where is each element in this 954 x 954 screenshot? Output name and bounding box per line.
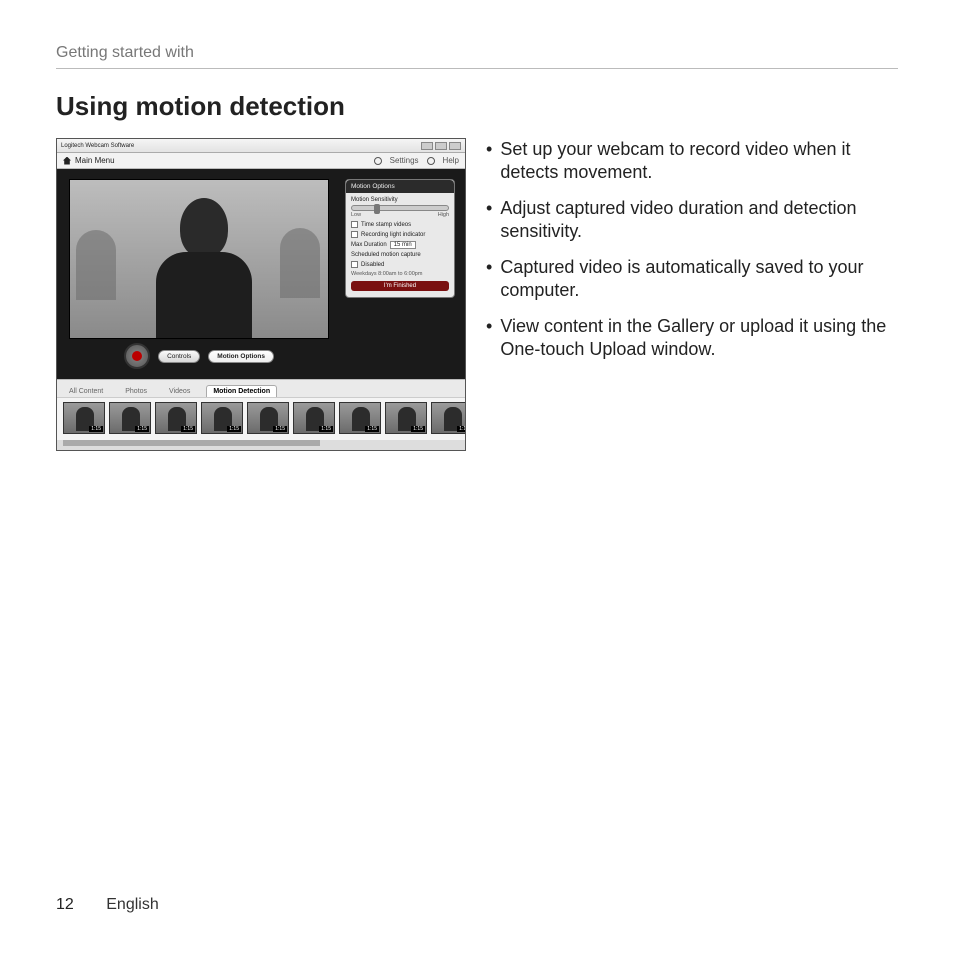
- apply-button[interactable]: I'm Finished: [351, 281, 449, 291]
- disabled-label: Disabled: [361, 262, 384, 268]
- slider-low-label: Low: [351, 212, 361, 218]
- record-icon: [132, 351, 142, 361]
- record-button[interactable]: [124, 343, 150, 369]
- page-number: 12: [56, 896, 74, 913]
- thumbnail-scrollbar[interactable]: [63, 440, 459, 446]
- window-controls[interactable]: [421, 142, 461, 150]
- running-header: Getting started with: [56, 44, 898, 69]
- help-button[interactable]: Help: [443, 156, 459, 165]
- list-item: •Captured video is automatically saved t…: [486, 256, 898, 301]
- gallery-tabs: All Content Photos Videos Motion Detecti…: [57, 379, 465, 397]
- thumbnail[interactable]: [247, 402, 289, 434]
- timestamp-checkbox[interactable]: [351, 221, 358, 228]
- video-preview-area: Motion Options Motion Sensitivity Low Hi…: [57, 169, 465, 379]
- list-item: •Adjust captured video duration and dete…: [486, 197, 898, 242]
- thumbnail[interactable]: [201, 402, 243, 434]
- app-menubar: Main Menu Settings Help: [57, 153, 465, 169]
- disabled-checkbox[interactable]: [351, 261, 358, 268]
- list-item: •View content in the Gallery or upload i…: [486, 315, 898, 360]
- panel-title: Motion Options: [346, 180, 454, 193]
- slider-high-label: High: [438, 212, 449, 218]
- help-icon[interactable]: [427, 157, 435, 165]
- tab-all-content[interactable]: All Content: [63, 386, 109, 397]
- main-menu-button[interactable]: Main Menu: [75, 156, 115, 165]
- thumbnail[interactable]: [385, 402, 427, 434]
- thumbnail[interactable]: [339, 402, 381, 434]
- controls-button[interactable]: Controls: [158, 350, 200, 363]
- settings-button[interactable]: Settings: [390, 156, 419, 165]
- bullet-text: Set up your webcam to record video when …: [500, 138, 898, 183]
- bullet-text: Adjust captured video duration and detec…: [500, 197, 898, 242]
- close-icon[interactable]: [449, 142, 461, 150]
- thumbnail[interactable]: [155, 402, 197, 434]
- motion-options-button[interactable]: Motion Options: [208, 350, 274, 363]
- page-language: English: [106, 896, 158, 913]
- tab-motion-detection[interactable]: Motion Detection: [206, 385, 277, 397]
- tab-videos[interactable]: Videos: [163, 386, 196, 397]
- list-item: •Set up your webcam to record video when…: [486, 138, 898, 183]
- scheduled-label: Scheduled motion capture: [351, 252, 449, 258]
- timestamp-label: Time stamp videos: [361, 222, 411, 228]
- window-titlebar: Logitech Webcam Software: [57, 139, 465, 153]
- bullet-text: Captured video is automatically saved to…: [500, 256, 898, 301]
- lowlight-checkbox[interactable]: [351, 231, 358, 238]
- gear-icon[interactable]: [374, 157, 382, 165]
- page-heading: Using motion detection: [56, 91, 898, 122]
- maximize-icon[interactable]: [435, 142, 447, 150]
- schedule-hint: Weekdays 8:00am to 6:00pm: [351, 271, 449, 277]
- max-duration-select[interactable]: 15 min: [390, 241, 416, 249]
- home-icon[interactable]: [63, 157, 71, 165]
- thumbnail[interactable]: [293, 402, 335, 434]
- sensitivity-label: Motion Sensitivity: [351, 197, 449, 203]
- app-screenshot: Logitech Webcam Software Main Menu Se: [56, 138, 466, 451]
- live-preview: [69, 179, 329, 339]
- thumbnail[interactable]: [431, 402, 465, 434]
- max-duration-label: Max Duration: [351, 242, 387, 248]
- thumbnail[interactable]: [63, 402, 105, 434]
- tab-photos[interactable]: Photos: [119, 386, 153, 397]
- bullet-text: View content in the Gallery or upload it…: [500, 315, 898, 360]
- page-footer: 12 English: [56, 896, 159, 914]
- lowlight-label: Recording light indicator: [361, 232, 425, 238]
- thumbnail[interactable]: [109, 402, 151, 434]
- motion-options-panel: Motion Options Motion Sensitivity Low Hi…: [345, 179, 455, 298]
- thumbnail-strip: [57, 397, 465, 440]
- minimize-icon[interactable]: [421, 142, 433, 150]
- sensitivity-slider[interactable]: [351, 205, 449, 211]
- window-title: Logitech Webcam Software: [61, 143, 134, 149]
- bullet-list: •Set up your webcam to record video when…: [486, 138, 898, 360]
